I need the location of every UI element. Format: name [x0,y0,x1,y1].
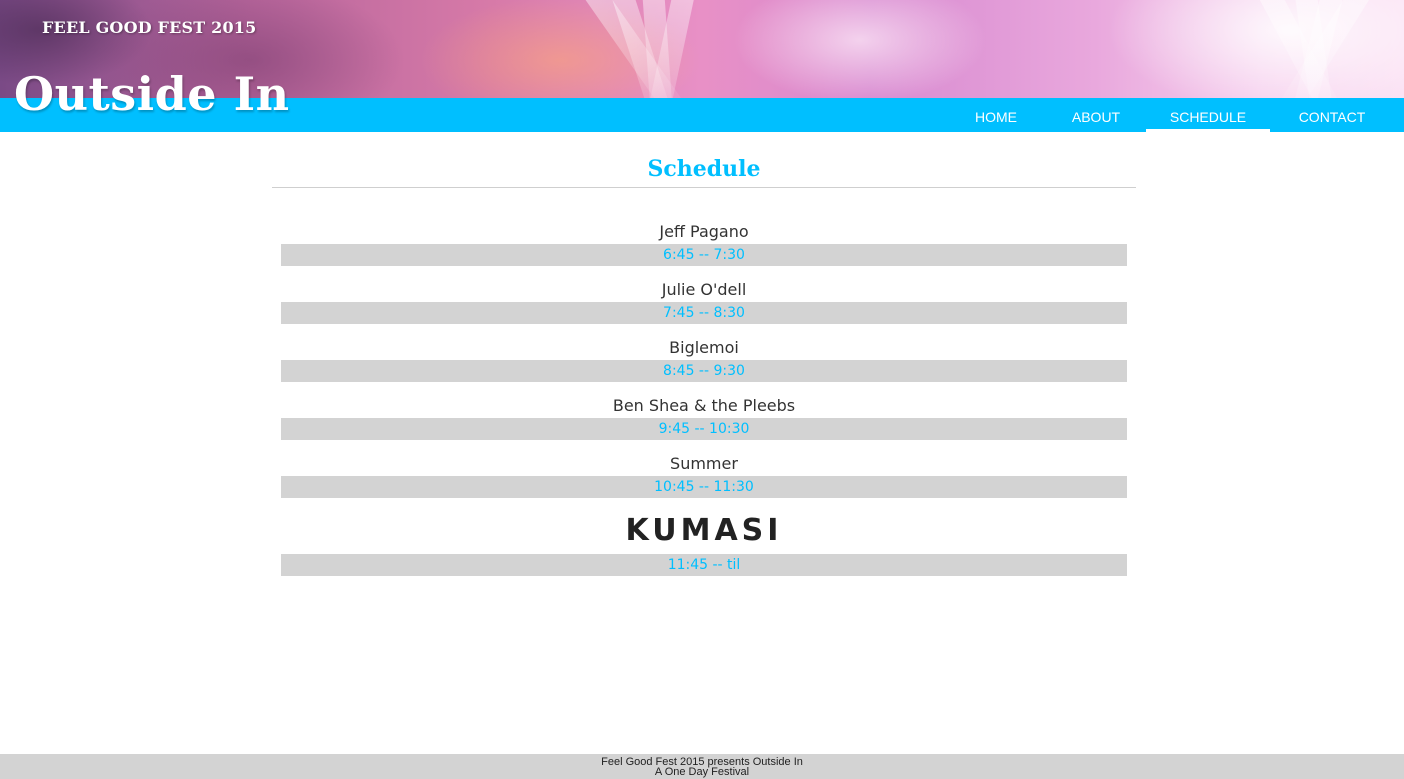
set-time: 9:45 -- 10:30 [281,418,1127,440]
nav-item-home[interactable]: HOME [946,98,1046,132]
artist-name: Jeff Pagano [659,222,749,241]
set-time: 11:45 -- til [281,554,1127,576]
schedule-item: Ben Shea & the Pleebs 9:45 -- 10:30 [272,394,1136,440]
nav-item-schedule[interactable]: SCHEDULE [1146,98,1270,132]
main-nav: HOME ABOUT SCHEDULE CONTACT [946,98,1394,132]
footer: Feel Good Fest 2015 presents Outside In … [0,754,1404,779]
set-time: 8:45 -- 9:30 [281,360,1127,382]
nav-item-contact[interactable]: CONTACT [1270,98,1394,132]
headliner-name: KUMASI [625,513,783,548]
main-content: Schedule Jeff Pagano 6:45 -- 7:30 Julie … [272,132,1136,576]
title-divider [272,187,1136,188]
schedule-item: Jeff Pagano 6:45 -- 7:30 [272,220,1136,266]
schedule-item: Julie O'dell 7:45 -- 8:30 [272,278,1136,324]
page: FEEL GOOD FEST 2015 Outside In HOME ABOU… [0,0,1404,779]
set-time: 7:45 -- 8:30 [281,302,1127,324]
set-time: 10:45 -- 11:30 [281,476,1127,498]
artist-name: Summer [670,454,738,473]
schedule-list: Jeff Pagano 6:45 -- 7:30 Julie O'dell 7:… [272,220,1136,576]
set-time: 6:45 -- 7:30 [281,244,1127,266]
artist-name: Ben Shea & the Pleebs [612,396,796,415]
footer-line: A One Day Festival [654,766,750,778]
schedule-item: Summer 10:45 -- 11:30 [272,452,1136,498]
nav-item-about[interactable]: ABOUT [1046,98,1146,132]
schedule-item: Biglemoi 8:45 -- 9:30 [272,336,1136,382]
artist-name: Biglemoi [669,338,739,357]
site-tagline: FEEL GOOD FEST 2015 [42,18,257,37]
schedule-item-headliner: KUMASI 11:45 -- til [272,510,1136,576]
page-title: Schedule [647,156,761,182]
site-title[interactable]: Outside In [14,66,290,122]
artist-name: Julie O'dell [661,280,747,299]
